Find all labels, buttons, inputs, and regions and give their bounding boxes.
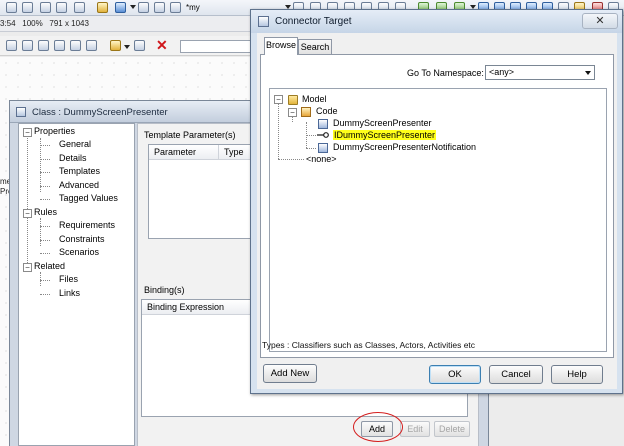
- chevron-down-icon[interactable]: [124, 45, 130, 49]
- model-folder-icon: [288, 95, 298, 105]
- tree-item-details[interactable]: Details: [59, 152, 87, 165]
- grid-icon[interactable]: [70, 40, 81, 51]
- tree-node-none[interactable]: <none>: [306, 153, 337, 166]
- template-parameters-label: Template Parameter(s): [143, 130, 237, 140]
- tree-item-files[interactable]: Files: [59, 273, 78, 286]
- column-header-binding-expression[interactable]: Binding Expression: [142, 300, 252, 315]
- namespace-select[interactable]: <any>: [485, 65, 595, 80]
- tree-item-links[interactable]: Links: [59, 287, 80, 300]
- toolbar-combo[interactable]: *my: [186, 2, 250, 14]
- ok-button[interactable]: OK: [429, 365, 481, 384]
- tree-item-templates[interactable]: Templates: [59, 165, 100, 178]
- namespace-tree[interactable]: − Model − Code DummyScreenPresenter IDum…: [269, 88, 607, 352]
- window-icon[interactable]: [134, 40, 145, 51]
- toolbar-search-input[interactable]: [180, 40, 260, 53]
- grid-icon[interactable]: [86, 40, 97, 51]
- tag-icon[interactable]: [115, 2, 126, 13]
- class-icon: [318, 143, 328, 153]
- diagram-icon[interactable]: [22, 2, 33, 13]
- grid-icon[interactable]: [6, 40, 17, 51]
- namespace-value: <any>: [489, 67, 515, 77]
- diagram-toolbar: ✕: [0, 36, 260, 56]
- collapse-icon[interactable]: −: [274, 95, 283, 104]
- connector-target-dialog: Connector Target ✕ Browse Search Go To N…: [250, 9, 623, 394]
- collapse-icon[interactable]: −: [288, 108, 297, 117]
- tree-item-properties[interactable]: Properties: [34, 125, 75, 138]
- properties-tree: − Properties General Details Templates A…: [18, 123, 135, 446]
- namespace-label: Go To Namespace:: [407, 68, 484, 78]
- annotation-circle: [353, 412, 403, 442]
- window-icon: [258, 16, 269, 27]
- chevron-down-icon: [585, 71, 591, 75]
- column-header-parameter[interactable]: Parameter: [149, 145, 219, 160]
- delete-binding-button[interactable]: Delete: [434, 421, 470, 437]
- diagram-icon[interactable]: [138, 2, 149, 13]
- diagram-icon[interactable]: [6, 2, 17, 13]
- close-icon[interactable]: ✕: [582, 13, 618, 29]
- tree-item-general[interactable]: General: [59, 138, 91, 151]
- tree-item-related[interactable]: Related: [34, 260, 65, 273]
- tree-item-scenarios[interactable]: Scenarios: [59, 246, 99, 259]
- tab-search[interactable]: Search: [298, 39, 332, 54]
- class-dialog-title: Class : DummyScreenPresenter: [32, 107, 168, 118]
- tree-item-advanced[interactable]: Advanced: [59, 179, 99, 192]
- tab-browse[interactable]: Browse: [264, 37, 298, 55]
- grid-icon[interactable]: [74, 2, 85, 13]
- interface-icon: [317, 132, 329, 138]
- bindings-label: Binding(s): [143, 285, 186, 295]
- connector-dialog-title: Connector Target: [275, 16, 352, 27]
- connector-dialog-titlebar[interactable]: Connector Target ✕: [251, 10, 622, 33]
- secondary-toolbar: 3:54 100% 791 x 1043: [0, 16, 260, 32]
- chevron-down-icon[interactable]: [130, 5, 136, 9]
- class-icon: [16, 107, 26, 117]
- grid-icon[interactable]: [38, 40, 49, 51]
- window-icon[interactable]: [40, 2, 51, 13]
- package-icon: [301, 107, 311, 117]
- collapse-icon[interactable]: −: [23, 209, 32, 218]
- collapse-icon[interactable]: −: [23, 128, 32, 137]
- delete-icon[interactable]: ✕: [156, 38, 168, 52]
- tools-icon[interactable]: [110, 40, 121, 51]
- tree-item-tagged-values[interactable]: Tagged Values: [59, 192, 118, 205]
- window-icon[interactable]: [154, 2, 165, 13]
- zoom-info: 3:54 100% 791 x 1043: [0, 19, 89, 28]
- tree-item-rules[interactable]: Rules: [34, 206, 57, 219]
- browse-tab-page: Go To Namespace: <any> − Model − Code Du…: [260, 54, 614, 358]
- help-button[interactable]: Help: [551, 365, 603, 384]
- lock-icon[interactable]: [97, 2, 108, 13]
- grid-icon[interactable]: [170, 2, 181, 13]
- grid-icon[interactable]: [22, 40, 33, 51]
- grid-icon[interactable]: [54, 40, 65, 51]
- tree-item-requirements[interactable]: Requirements: [59, 219, 115, 232]
- edit-binding-button[interactable]: Edit: [400, 421, 430, 437]
- window-icon[interactable]: [56, 2, 67, 13]
- tree-item-constraints[interactable]: Constraints: [59, 233, 105, 246]
- types-hint: Types : Classifiers such as Classes, Act…: [262, 340, 476, 350]
- selected-node-highlight: IDummyScreenPresenter: [333, 130, 437, 140]
- collapse-icon[interactable]: −: [23, 263, 32, 272]
- add-new-button[interactable]: Add New: [263, 364, 317, 383]
- class-icon: [318, 119, 328, 129]
- cancel-button[interactable]: Cancel: [489, 365, 543, 384]
- connector-dialog-body: Browse Search Go To Namespace: <any> − M…: [257, 33, 617, 389]
- tree-node-dummy-screen-presenter-notification[interactable]: DummyScreenPresenterNotification: [333, 141, 476, 154]
